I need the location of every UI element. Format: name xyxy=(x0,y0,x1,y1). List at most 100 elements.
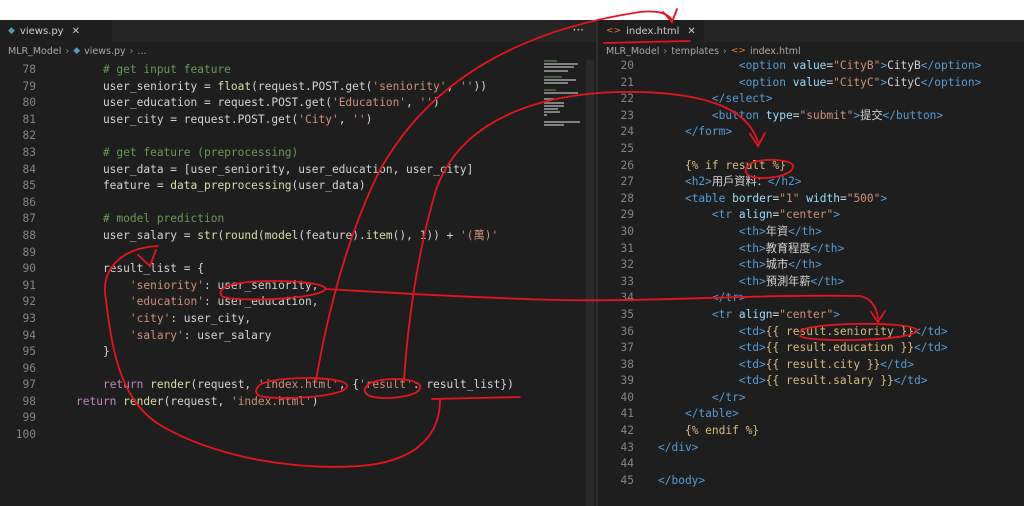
line-text: return render(request, 'index.html') xyxy=(76,394,319,411)
code-line[interactable]: 37 <td>{{ result.education }}</td> xyxy=(598,340,1024,357)
code-line[interactable]: 30 <th>年資</th> xyxy=(598,224,1024,241)
code-line[interactable]: 41 </table> xyxy=(598,406,1024,423)
code-line[interactable]: 93 'city': user_city, xyxy=(0,311,596,328)
right-code-area[interactable]: 20 <option value="CityB">CityB</option> 2… xyxy=(598,58,1024,489)
breadcrumb-symbol[interactable]: ... xyxy=(137,46,146,57)
line-number: 33 xyxy=(620,274,634,288)
code-line[interactable]: 40 </tr> xyxy=(598,390,1024,407)
line-number: 91 xyxy=(22,278,36,292)
line-number: 29 xyxy=(620,208,634,222)
code-line[interactable]: 81 user_city = request.POST.get('City', … xyxy=(0,112,596,129)
code-line[interactable]: 34 </tr> xyxy=(598,290,1024,307)
close-icon[interactable]: ✕ xyxy=(72,26,80,37)
code-token: 'salary' xyxy=(129,328,184,342)
breadcrumb-file[interactable]: views.py xyxy=(84,46,126,57)
code-line[interactable]: 21 <option value="CityC">CityC</option> xyxy=(598,75,1024,92)
code-token: # get feature (preprocessing) xyxy=(76,145,299,159)
breadcrumb-file[interactable]: index.html xyxy=(750,46,801,57)
code-token: 'result' xyxy=(358,378,413,392)
code-line[interactable]: 92 'education': user_education, xyxy=(0,294,596,311)
code-line[interactable]: 87 # model prediction xyxy=(0,211,596,228)
code-line[interactable]: 82 xyxy=(0,128,596,145)
line-text: <h2>用戶資料：</h2> xyxy=(658,174,802,191)
line-number: 79 xyxy=(22,79,36,93)
code-line[interactable]: 85 feature = data_preprocessing(user_dat… xyxy=(0,178,596,195)
code-token: <table xyxy=(684,191,726,205)
code-line[interactable]: 23 <button type="submit">提交</button> xyxy=(598,108,1024,125)
code-line[interactable]: 44 xyxy=(598,456,1024,473)
line-text: result_list = { xyxy=(76,261,204,278)
chevron-right-icon: › xyxy=(65,45,70,57)
code-line[interactable]: 84 user_data = [user_seniority, user_edu… xyxy=(0,162,596,179)
code-line[interactable]: 78 # get input feature xyxy=(0,62,596,79)
tab-index-html[interactable]: <> index.html ✕ xyxy=(598,20,704,42)
breadcrumb-subfolder[interactable]: templates xyxy=(671,46,719,57)
line-number: 92 xyxy=(22,295,36,309)
code-line[interactable]: 35 <tr align="center"> xyxy=(598,307,1024,324)
code-token: > xyxy=(880,191,888,205)
code-line[interactable]: 29 <tr align="center"> xyxy=(598,207,1024,224)
line-number: 94 xyxy=(22,328,36,342)
left-scrollbar[interactable] xyxy=(586,60,594,506)
code-line[interactable]: 26 {% if result %} xyxy=(598,158,1024,175)
left-code-area[interactable]: 78 # get input feature 79 user_seniority … xyxy=(0,62,596,444)
code-line[interactable]: 96 xyxy=(0,361,596,378)
code-line[interactable]: 88 user_salary = str(round(model(feature… xyxy=(0,228,596,245)
code-token: '' xyxy=(419,96,434,110)
code-token: <td> xyxy=(738,374,766,388)
code-line[interactable]: 32 <th>城市</th> xyxy=(598,257,1024,274)
code-token: {{ result.city }} xyxy=(765,357,881,371)
left-tab-bar: ◆ views.py ✕ ··· xyxy=(0,20,596,42)
line-text: <td>{{ result.salary }}</td> xyxy=(658,373,928,390)
code-token: : user_seniority, xyxy=(203,278,319,292)
code-token: border xyxy=(732,191,773,205)
code-line[interactable]: 99 xyxy=(0,410,596,427)
code-token: float xyxy=(217,79,252,93)
left-breadcrumb: MLR_Model › ◆ views.py › ... xyxy=(0,42,596,60)
code-line[interactable]: 98 return render(request, 'index.html') xyxy=(0,394,596,411)
code-line[interactable]: 86 xyxy=(0,195,596,212)
minimap-line xyxy=(544,101,564,104)
code-line[interactable]: 39 <td>{{ result.salary }}</td> xyxy=(598,373,1024,390)
code-line[interactable]: 94 'salary': user_salary xyxy=(0,328,596,345)
code-line[interactable]: 91 'seniority': user_seniority, xyxy=(0,278,596,295)
html-file-icon: <> xyxy=(606,26,622,36)
code-line[interactable]: 27 <h2>用戶資料：</h2> xyxy=(598,174,1024,191)
breadcrumb-folder[interactable]: MLR_Model xyxy=(606,46,659,57)
line-number: 99 xyxy=(22,411,36,425)
minimap-line xyxy=(544,108,559,110)
code-line[interactable]: 42 {% endif %} xyxy=(598,423,1024,440)
code-line[interactable]: 79 user_seniority = float(request.POST.g… xyxy=(0,79,596,96)
code-line[interactable]: 45 </body> xyxy=(598,473,1024,490)
minimap[interactable] xyxy=(542,60,584,240)
line-number: 83 xyxy=(22,145,36,159)
code-line[interactable]: 20 <option value="CityB">CityB</option> xyxy=(598,58,1024,75)
code-line[interactable]: 31 <th>教育程度</th> xyxy=(598,241,1024,258)
code-line[interactable]: 83 # get feature (preprocessing) xyxy=(0,145,596,162)
line-text: <button type="submit">提交</button> xyxy=(658,108,943,125)
python-file-icon: ◆ xyxy=(8,26,15,36)
code-line[interactable]: 80 user_education = request.POST.get('Ed… xyxy=(0,95,596,112)
code-line[interactable]: 43 </div> xyxy=(598,440,1024,457)
code-token: 年資 xyxy=(765,224,789,238)
code-line[interactable]: 38 <td>{{ result.city }}</td> xyxy=(598,357,1024,374)
tab-views-py[interactable]: ◆ views.py ✕ xyxy=(0,20,112,42)
code-line[interactable]: 33 <th>預測年薪</th> xyxy=(598,274,1024,291)
code-line[interactable]: 100 xyxy=(0,427,596,444)
breadcrumb-folder[interactable]: MLR_Model xyxy=(8,46,61,57)
code-line[interactable]: 36 <td>{{ result.seniority }}</td> xyxy=(598,324,1024,341)
code-line[interactable]: 89 xyxy=(0,245,596,262)
code-line[interactable]: 25 xyxy=(598,141,1024,158)
code-line[interactable]: 97 return render(request, 'index.html', … xyxy=(0,377,596,394)
code-token: </th> xyxy=(788,258,822,272)
code-line[interactable]: 28 <table border="1" width="500"> xyxy=(598,191,1024,208)
code-line[interactable]: 24 </form> xyxy=(598,124,1024,141)
more-actions-icon[interactable]: ··· xyxy=(573,23,584,37)
code-line[interactable]: 90 result_list = { xyxy=(0,261,596,278)
close-icon[interactable]: ✕ xyxy=(687,26,695,37)
code-line[interactable]: 95 } xyxy=(0,344,596,361)
code-line[interactable]: 22 </select> xyxy=(598,91,1024,108)
line-number: 78 xyxy=(22,63,36,76)
